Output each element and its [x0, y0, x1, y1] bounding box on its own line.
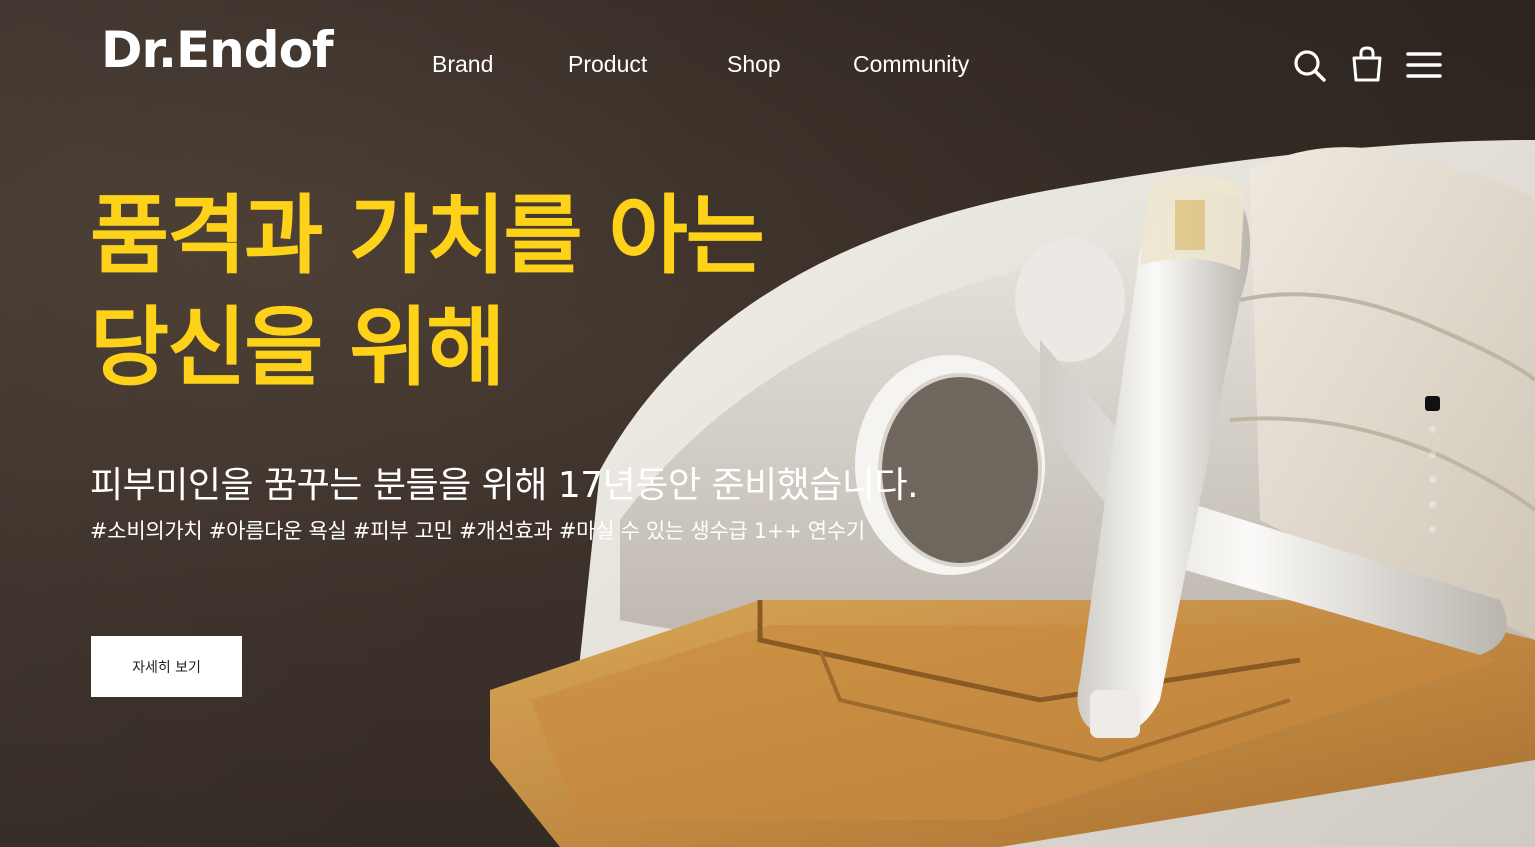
- headline-emphasis: 품격과 가치: [90, 186, 506, 286]
- nav-item-brand[interactable]: Brand: [432, 46, 493, 82]
- view-details-button[interactable]: 자세히 보기: [91, 636, 242, 697]
- nav-item-shop[interactable]: Shop: [727, 46, 781, 82]
- headline-line2: 당신을 위해: [90, 298, 506, 398]
- slider-pagination: [1425, 396, 1441, 546]
- hero-product-image: [490, 140, 1535, 847]
- slider-dot[interactable]: [1429, 526, 1436, 533]
- slider-dot[interactable]: [1429, 451, 1436, 458]
- hero-subtitle: 피부미인을 꿈꾸는 분들을 위해 17년동안 준비했습니다.: [90, 465, 919, 506]
- hero-hashtags: #소비의가치 #아름다운 욕실 #피부 고민 #개선효과 #마실 수 있는 생수…: [90, 519, 865, 543]
- headline-line1-rest: 를 아는: [503, 186, 765, 286]
- nav-item-product[interactable]: Product: [568, 46, 647, 82]
- hero-headline: 품격과 가치를 아는 당신을 위해: [90, 180, 765, 404]
- hero-banner: [0, 0, 1535, 847]
- slider-dot[interactable]: [1429, 426, 1436, 433]
- menu-icon[interactable]: [1404, 44, 1444, 84]
- brand-logo[interactable]: Dr.Endof: [101, 18, 334, 82]
- slider-dot[interactable]: [1429, 501, 1436, 508]
- nav-item-community[interactable]: Community: [853, 46, 969, 82]
- slider-dot-active[interactable]: [1425, 396, 1440, 411]
- search-icon[interactable]: [1290, 44, 1330, 84]
- slider-dot[interactable]: [1429, 476, 1436, 483]
- shopping-bag-icon[interactable]: [1347, 44, 1387, 84]
